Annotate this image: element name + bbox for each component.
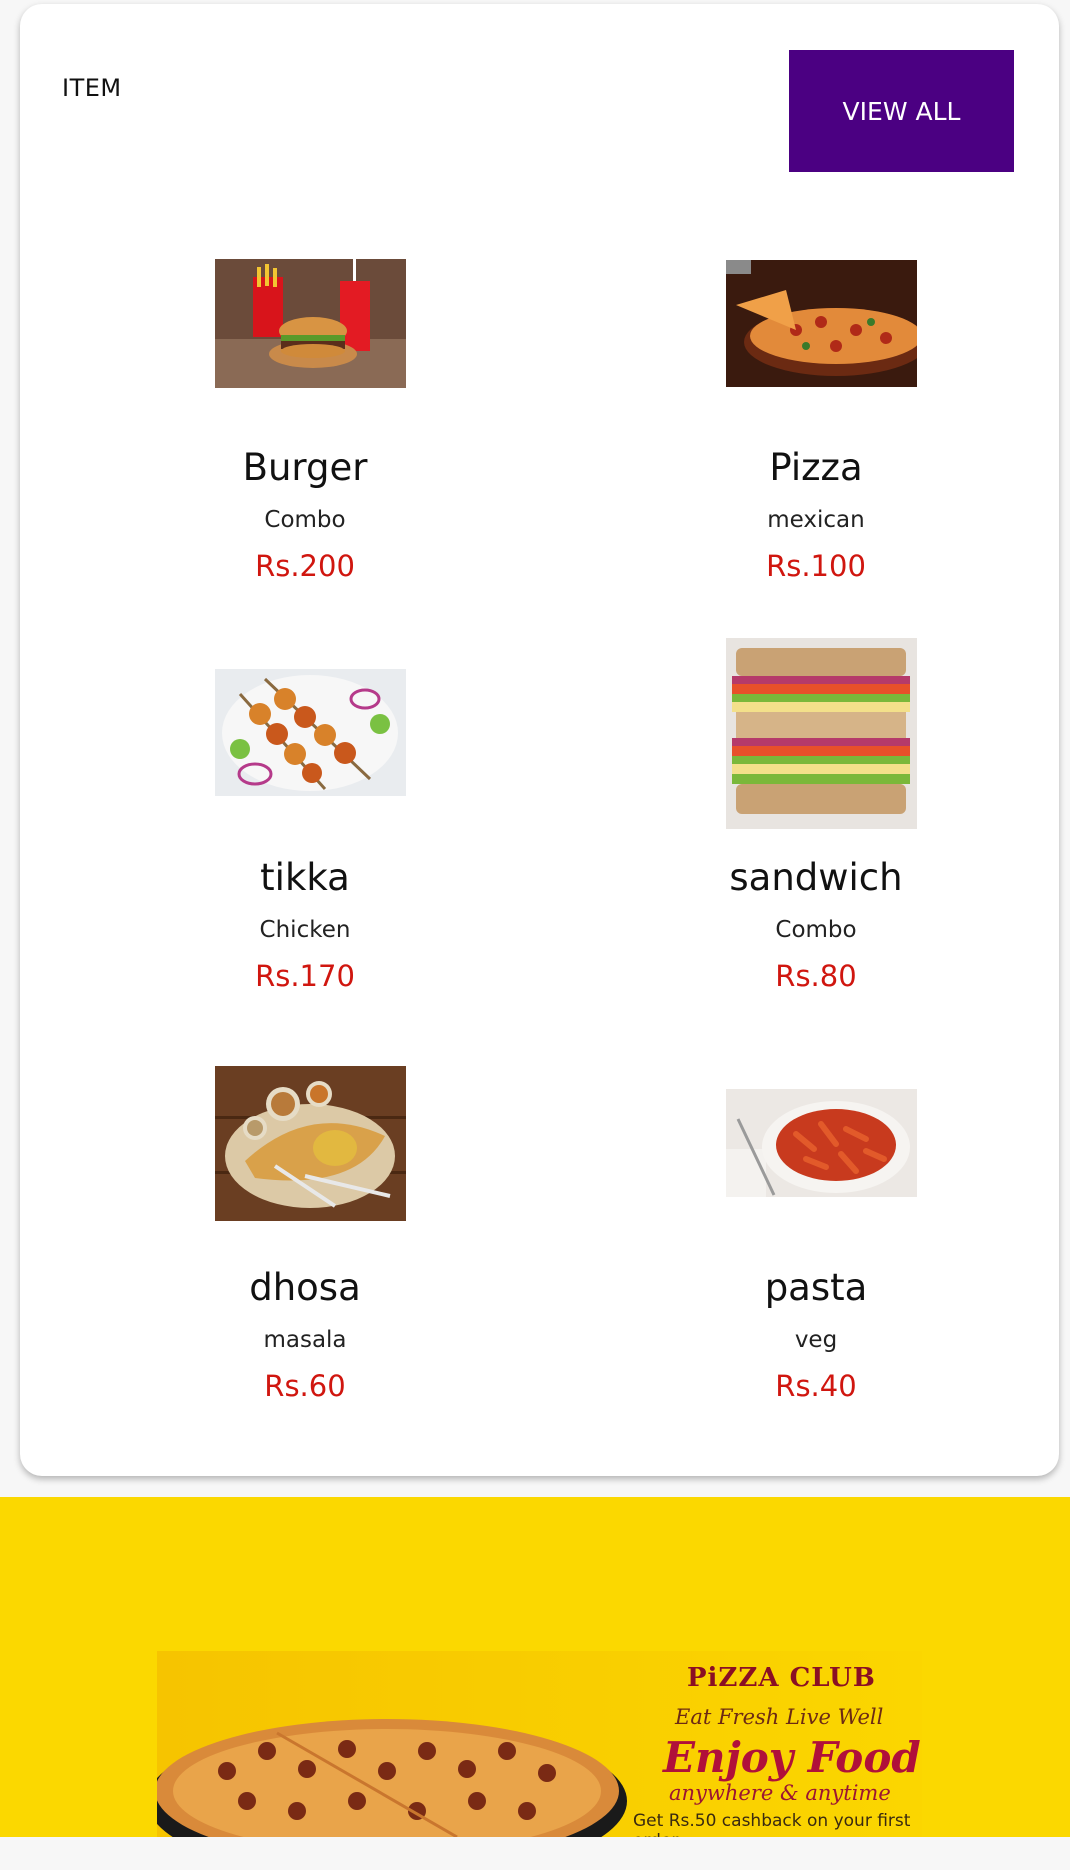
burger-combo-image — [215, 259, 406, 388]
item-name: Pizza — [769, 446, 863, 489]
masala-dosa-image — [215, 1066, 406, 1221]
pasta-image — [726, 1089, 917, 1197]
item-price: Rs.60 — [264, 1369, 346, 1403]
item-description: veg — [794, 1327, 838, 1353]
section-title: ITEM — [62, 74, 122, 102]
item-name: Burger — [242, 446, 368, 489]
banner-tagline: Eat Fresh Live Well — [675, 1705, 884, 1729]
item-price: Rs.170 — [255, 959, 355, 993]
item-description: Combo — [264, 507, 346, 533]
banner-brand: PiZZA CLUB — [687, 1663, 876, 1693]
item-description: mexican — [767, 507, 865, 533]
banner-subline: anywhere & anytime — [669, 1781, 891, 1805]
banner-headline: Enjoy Food — [663, 1733, 921, 1782]
item-price: Rs.200 — [255, 549, 355, 583]
banner-offer: Get Rs.50 cashback on your first order — [633, 1811, 911, 1837]
menu-card: ITEM VIEW ALL Burger Combo Rs.200 Pizza … — [20, 4, 1059, 1476]
item-description: Combo — [775, 917, 857, 943]
chicken-tikka-image — [215, 669, 406, 796]
item-price: Rs.100 — [766, 549, 866, 583]
view-all-button[interactable]: VIEW ALL — [789, 50, 1014, 172]
promo-banner[interactable]: PiZZA CLUB Eat Fresh Live Well Enjoy Foo… — [157, 1651, 922, 1837]
pizza-image — [726, 260, 917, 387]
sandwich-image — [726, 638, 917, 829]
pizza-banner-image — [157, 1719, 627, 1837]
item-description: Chicken — [259, 917, 351, 943]
item-price: Rs.80 — [775, 959, 857, 993]
item-name: tikka — [260, 856, 350, 899]
item-name: sandwich — [729, 856, 903, 899]
bottom-strip — [0, 1837, 1070, 1870]
item-name: dhosa — [249, 1266, 361, 1309]
item-price: Rs.40 — [775, 1369, 857, 1403]
item-name: pasta — [764, 1266, 868, 1309]
item-description: masala — [263, 1327, 347, 1353]
